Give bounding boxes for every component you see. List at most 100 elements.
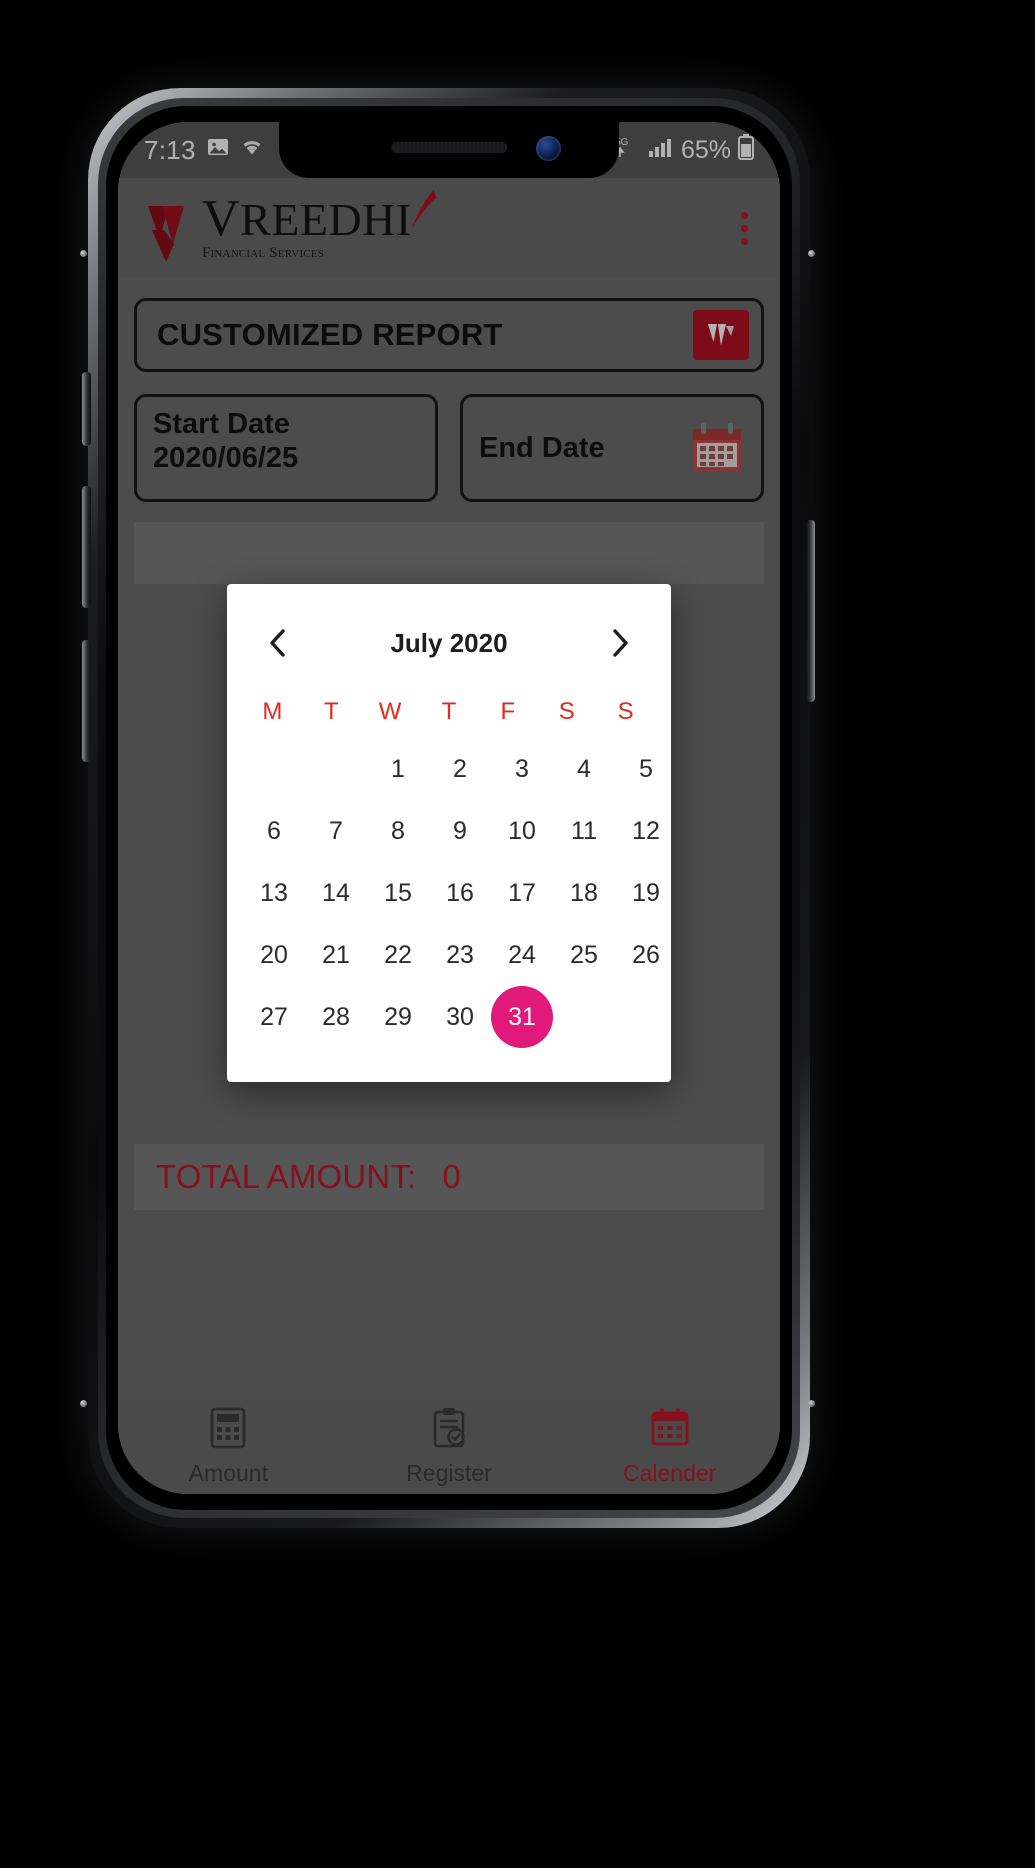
calendar-day-13[interactable]: 13 <box>243 862 305 924</box>
nav-label-register: Register <box>406 1460 492 1486</box>
start-date-value: 2020/06/25 <box>153 442 299 475</box>
calendar-day-24[interactable]: 24 <box>491 924 553 986</box>
calendar-day-label: 19 <box>632 878 660 907</box>
calendar-icon <box>650 1407 690 1454</box>
calendar-day-label: 14 <box>322 878 350 907</box>
calendar-day-17[interactable]: 17 <box>491 862 553 924</box>
frame-antenna-nub <box>80 1400 87 1407</box>
calendar-day-10[interactable]: 10 <box>491 800 553 862</box>
phone-notch <box>279 122 619 178</box>
calendar-day-1[interactable]: 1 <box>367 738 429 800</box>
calendar-day-label: 22 <box>384 940 412 969</box>
next-month-button[interactable] <box>603 626 637 660</box>
phone-screen: 7:13 5G 65% VREEDHI Financial Services C… <box>118 122 780 1494</box>
calendar-icon[interactable] <box>689 421 745 475</box>
calendar-day-5[interactable]: 5 <box>615 738 677 800</box>
phone-volume-down-button[interactable] <box>82 640 91 762</box>
nav-item-calender[interactable]: Calender <box>559 1407 780 1487</box>
battery-icon <box>738 133 754 167</box>
calendar-day-label: 6 <box>267 816 281 845</box>
app-bar: VREEDHI Financial Services <box>118 178 780 278</box>
calendar-day-label: 24 <box>508 940 536 969</box>
phone-power-button[interactable] <box>806 520 815 702</box>
nav-item-register[interactable]: Register <box>339 1407 560 1487</box>
calendar-day-25[interactable]: 25 <box>553 924 615 986</box>
calendar-day-8[interactable]: 8 <box>367 800 429 862</box>
logo-wordmark: VREEDHI <box>202 193 412 245</box>
calendar-day-26[interactable]: 26 <box>615 924 677 986</box>
calendar-day-16[interactable]: 16 <box>429 862 491 924</box>
calendar-day-31[interactable]: 31 <box>491 986 553 1048</box>
calendar-day-4[interactable]: 4 <box>553 738 615 800</box>
calendar-day-22[interactable]: 22 <box>367 924 429 986</box>
calendar-day-11[interactable]: 11 <box>553 800 615 862</box>
earpiece-speaker <box>391 142 507 153</box>
phone-volume-up-button[interactable] <box>82 486 91 608</box>
calendar-day-label: 10 <box>508 816 536 845</box>
total-amount-bar: TOTAL AMOUNT: 0 <box>134 1144 764 1210</box>
phone-mute-switch[interactable] <box>82 372 91 446</box>
report-results-placeholder <box>134 522 764 584</box>
calendar-day-label: 16 <box>446 878 474 907</box>
calendar-day-9[interactable]: 9 <box>429 800 491 862</box>
calendar-day-label: 31 <box>491 986 553 1048</box>
calendar-days-grid: 1 2 3 4 5 6 7 8 9 10 11 12 13 14 15 16 17 18 19 20 21 22 23 24 2… <box>227 738 671 1048</box>
wifi-icon <box>240 135 264 166</box>
calendar-day-18[interactable]: 18 <box>553 862 615 924</box>
calendar-day-label: 21 <box>322 940 350 969</box>
calendar-day-27[interactable]: 27 <box>243 986 305 1048</box>
date-picker-title[interactable]: July 2020 <box>390 628 507 659</box>
calendar-day-15[interactable]: 15 <box>367 862 429 924</box>
end-date-label: End Date <box>479 431 605 464</box>
calendar-day-28[interactable]: 28 <box>305 986 367 1048</box>
screenshot-stage: 7:13 5G 65% VREEDHI Financial Services C… <box>0 0 1035 1868</box>
calendar-day-14[interactable]: 14 <box>305 862 367 924</box>
calendar-day-21[interactable]: 21 <box>305 924 367 986</box>
frame-antenna-nub <box>808 1400 815 1407</box>
calendar-day-label: 30 <box>446 1002 474 1031</box>
calculator-icon <box>208 1407 248 1454</box>
bottom-navigation-bar: Amount Register Calender <box>118 1400 780 1494</box>
start-date-field[interactable]: Start Date 2020/06/25 <box>134 394 438 502</box>
calendar-day-label: 2 <box>453 754 467 783</box>
calendar-day-label: 8 <box>391 816 405 845</box>
calendar-day-29[interactable]: 29 <box>367 986 429 1048</box>
battery-percent-label: 65% <box>680 135 731 164</box>
overflow-menu-button[interactable] <box>731 202 758 255</box>
weekday-header-1: T <box>323 698 339 725</box>
calendar-day-23[interactable]: 23 <box>429 924 491 986</box>
weekday-header-3: T <box>441 698 457 725</box>
calendar-day-20[interactable]: 20 <box>243 924 305 986</box>
calendar-day-label: 1 <box>391 754 405 783</box>
end-date-field[interactable]: End Date <box>460 394 764 502</box>
date-range-row: Start Date 2020/06/25 End Date <box>134 394 764 502</box>
calendar-day-label: 13 <box>260 878 288 907</box>
calendar-day-label: 7 <box>329 816 343 845</box>
weekday-header-4: F <box>500 698 516 725</box>
previous-month-button[interactable] <box>261 626 295 660</box>
calendar-day-label: 18 <box>570 878 598 907</box>
kebab-dot <box>741 211 748 219</box>
vreedhi-logo-mark-icon <box>146 200 204 262</box>
app-logo: VREEDHI Financial Services <box>146 190 436 262</box>
customized-report-selector[interactable]: CUSTOMIZED REPORT <box>134 298 764 372</box>
nav-item-amount[interactable]: Amount <box>118 1407 339 1487</box>
calendar-day-7[interactable]: 7 <box>305 800 367 862</box>
calendar-day-6[interactable]: 6 <box>243 800 305 862</box>
weekday-header-2: W <box>378 698 402 725</box>
weekday-header-0: M <box>262 698 283 725</box>
calendar-day-2[interactable]: 2 <box>429 738 491 800</box>
calendar-day-12[interactable]: 12 <box>615 800 677 862</box>
calendar-day-3[interactable]: 3 <box>491 738 553 800</box>
dropdown-logo-icon[interactable] <box>693 310 749 360</box>
weekday-header-row: MTWTFSS <box>227 668 671 738</box>
logo-subtitle: Financial Services <box>202 244 325 261</box>
calendar-day-label: 3 <box>515 754 529 783</box>
calendar-day-30[interactable]: 30 <box>429 986 491 1048</box>
calendar-day-label: 5 <box>639 754 653 783</box>
calendar-day-19[interactable]: 19 <box>615 862 677 924</box>
start-date-label: Start Date <box>153 408 290 440</box>
weekday-header-6: S <box>617 698 634 725</box>
customized-report-label: CUSTOMIZED REPORT <box>157 317 503 352</box>
calendar-day-label: 25 <box>570 940 598 969</box>
